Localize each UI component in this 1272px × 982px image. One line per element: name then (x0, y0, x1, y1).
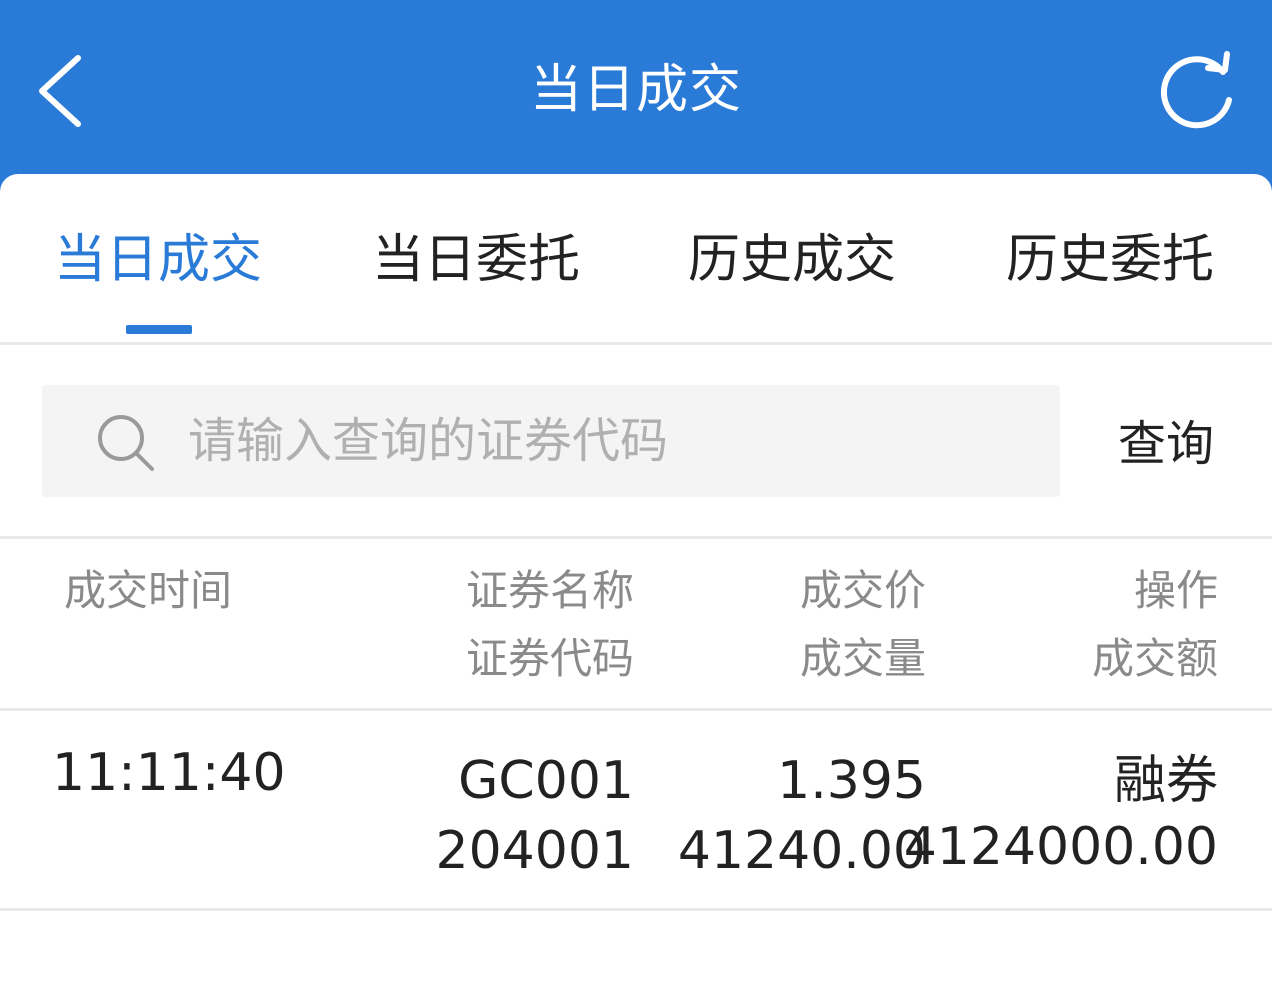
refresh-button[interactable] (1150, 50, 1240, 134)
content-card: 当日成交 当日委托 历史成交 历史委托 查询 成交时间 证券名称 证券代码 成交… (0, 174, 1272, 982)
search-divider (0, 536, 1272, 539)
tab-bar: 当日成交 当日委托 历史成交 历史委托 (0, 174, 1272, 342)
search-input[interactable] (188, 401, 1028, 481)
header-divider (0, 708, 1272, 711)
search-icon (98, 415, 154, 471)
header-trade-amount: 成交额 (1091, 634, 1218, 683)
header-trade-price: 成交价 (799, 566, 926, 615)
tabs-divider (0, 342, 1272, 345)
tab-today-trades[interactable]: 当日成交 (54, 222, 262, 298)
query-button[interactable]: 查询 (1098, 406, 1234, 482)
header-security-name: 证券名称 (465, 566, 634, 615)
refresh-icon (1161, 51, 1232, 129)
row-security-code: 204001 (435, 821, 634, 881)
row-operation: 融券 (1113, 751, 1218, 811)
row-trade-amount: 4124000.00 (903, 817, 1218, 877)
app-header: 当日成交 (0, 0, 1272, 176)
row-security-name: GC001 (458, 751, 634, 811)
row-trade-volume: 41240.00 (677, 821, 926, 881)
header-security-code: 证券代码 (465, 634, 634, 683)
active-tab-indicator (126, 325, 192, 334)
row-trade-price: 1.395 (777, 751, 926, 811)
header-operation: 操作 (1133, 566, 1218, 615)
page-title: 当日成交 (529, 60, 742, 120)
search-box[interactable] (42, 385, 1060, 497)
header-trade-volume: 成交量 (799, 634, 926, 683)
row-trade-time: 11:11:40 (52, 743, 286, 803)
tab-today-orders[interactable]: 当日委托 (372, 222, 580, 298)
row-divider (0, 908, 1272, 911)
tab-history-orders[interactable]: 历史委托 (1006, 222, 1214, 298)
tab-history-trades[interactable]: 历史成交 (688, 222, 896, 298)
header-trade-time: 成交时间 (64, 566, 233, 615)
